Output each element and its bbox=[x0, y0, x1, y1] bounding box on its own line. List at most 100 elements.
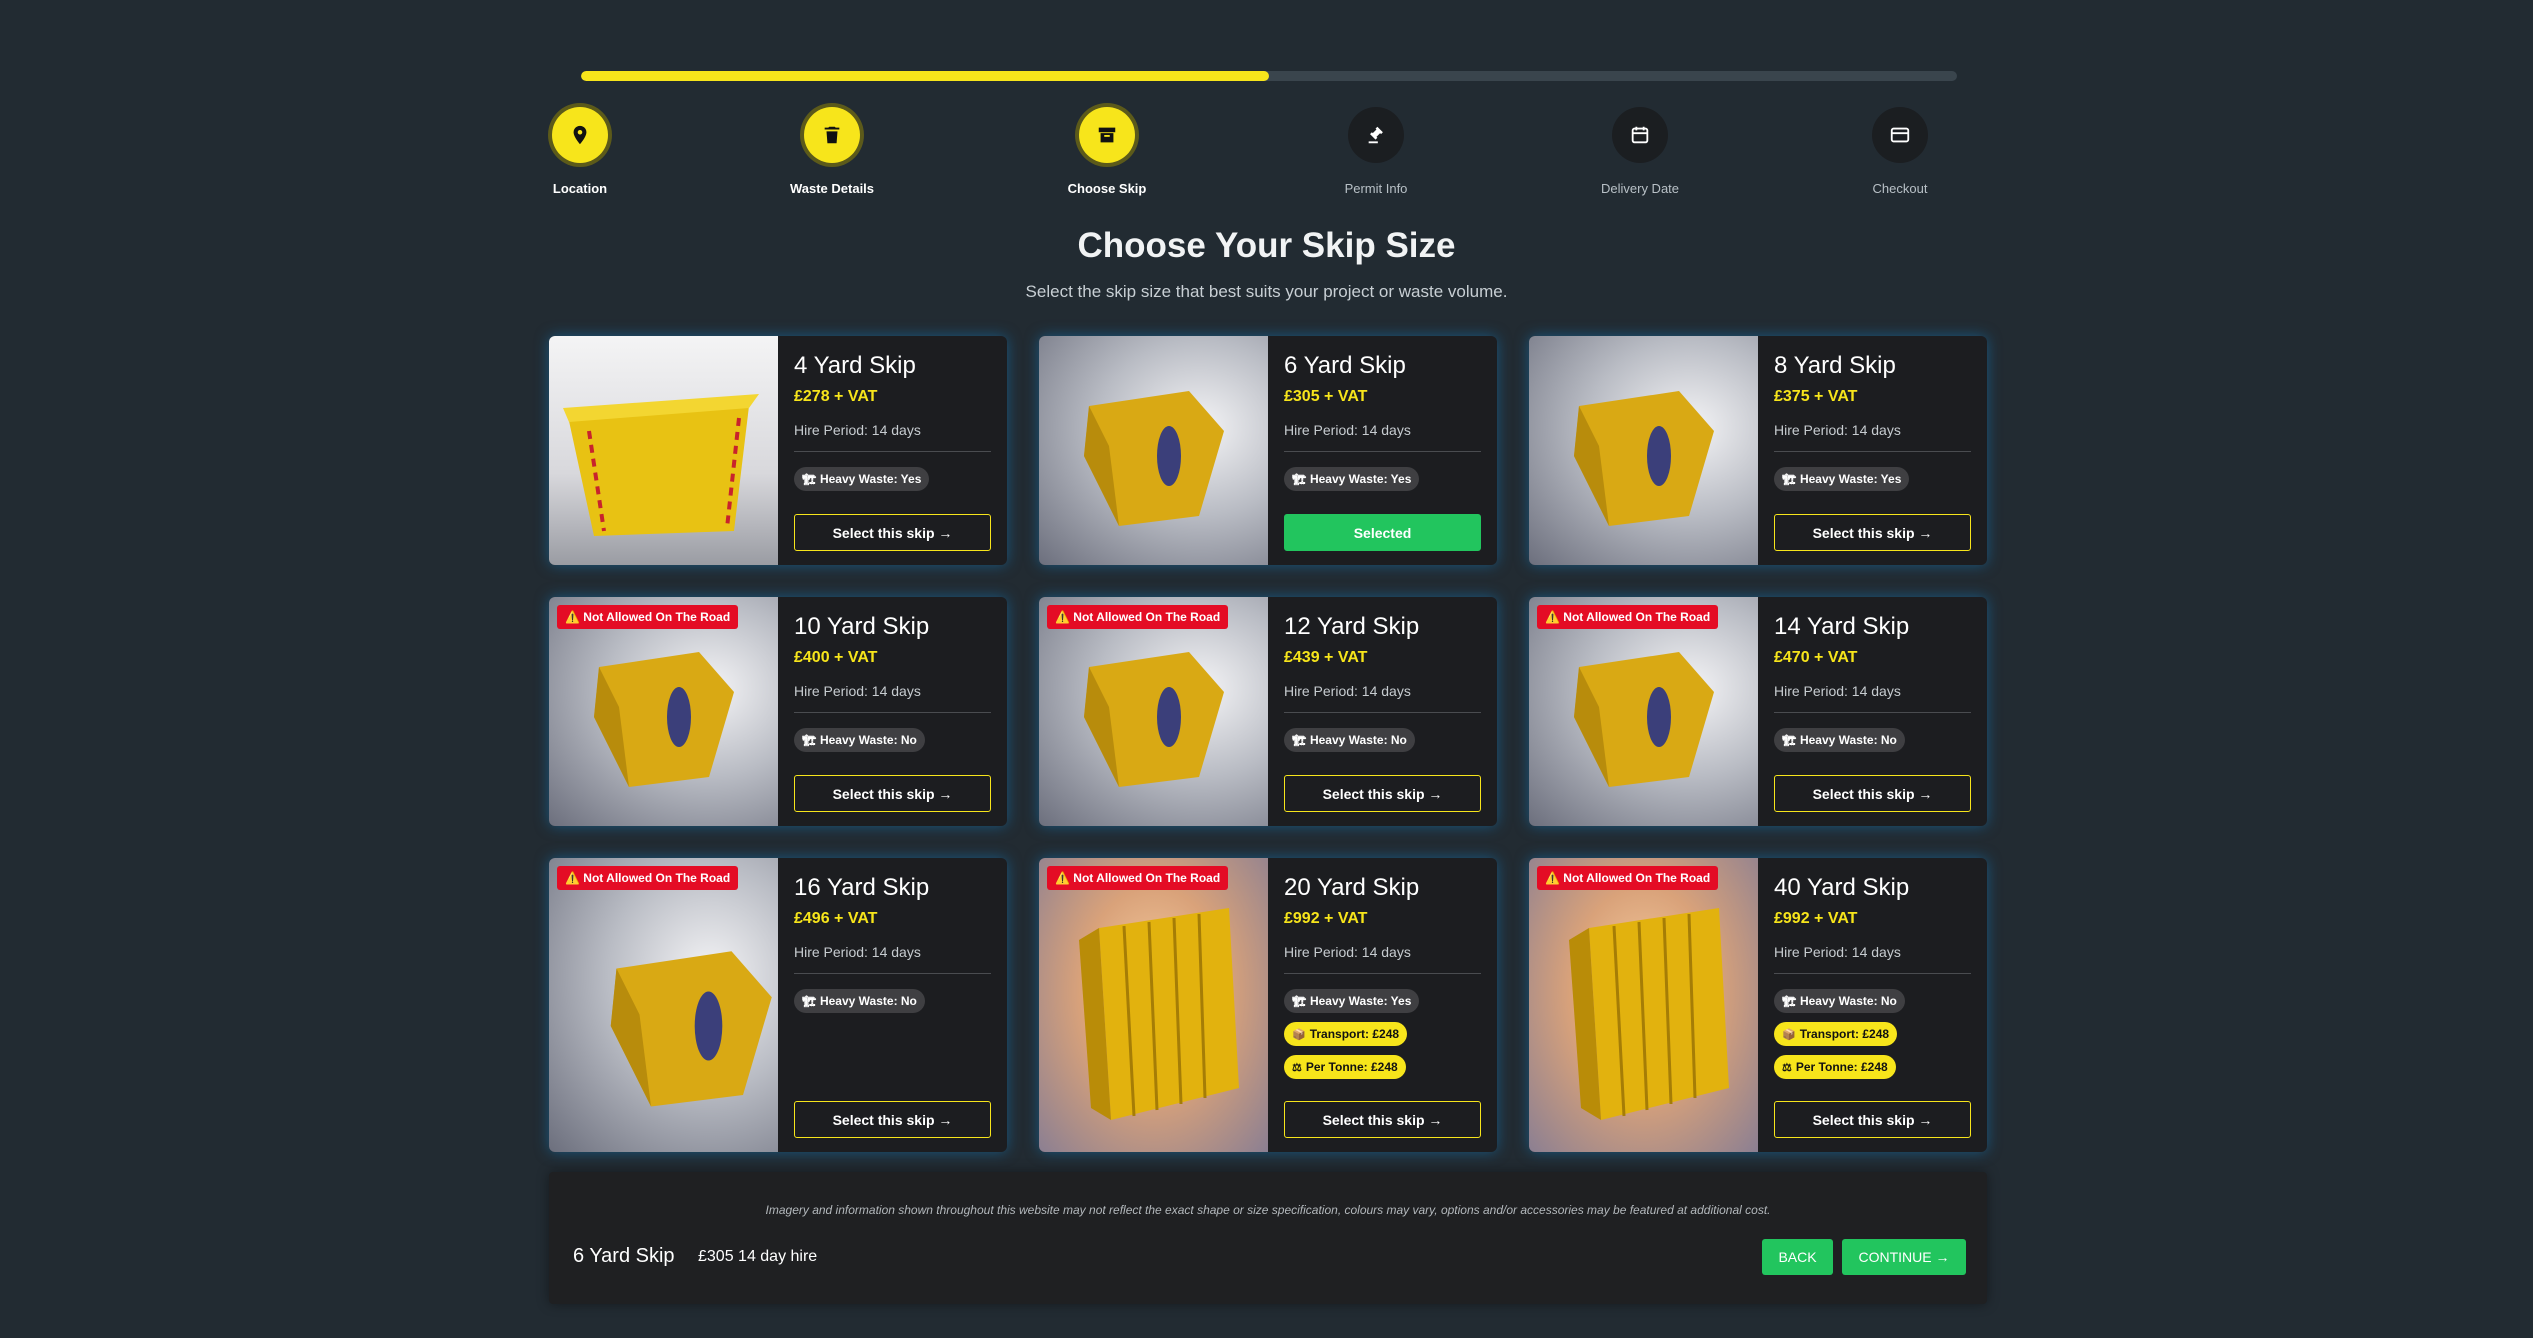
selected-skip-price: £305 14 day hire bbox=[698, 1248, 818, 1265]
skip-info: 20 Yard Skip £992 + VAT Hire Period: 14 da… bbox=[1268, 858, 1497, 1152]
select-skip-button[interactable]: Select this skip → bbox=[794, 514, 991, 551]
not-allowed-on-road-badge: ⚠️ Not Allowed On The Road bbox=[557, 866, 739, 890]
heavy-waste-badge: 🏗 Heavy Waste: No bbox=[1774, 728, 1905, 752]
heavy-waste-text: Heavy Waste: Yes bbox=[1799, 472, 1902, 486]
skip-price: £278 + VAT bbox=[794, 388, 878, 405]
stepper: Location Waste Details Choose Skip Permi… bbox=[552, 107, 1972, 197]
skip-title: 20 Yard Skip bbox=[1284, 874, 1420, 901]
selected-button[interactable]: Selected bbox=[1284, 514, 1481, 551]
per-tonne-text: Per Tonne: £248 bbox=[1795, 1060, 1888, 1074]
per-tonne-text: Per Tonne: £248 bbox=[1305, 1060, 1398, 1074]
selected-skip-name: 6 Yard Skip bbox=[573, 1245, 675, 1267]
skip-card[interactable]: ⚠️ Not Allowed On The Road 14 Yard Skip £4… bbox=[1529, 597, 1987, 826]
construction-icon: 🏗 bbox=[1292, 735, 1306, 747]
skip-title: 4 Yard Skip bbox=[794, 352, 916, 379]
disclaimer: Imagery and information shown throughout… bbox=[765, 1203, 1771, 1217]
select-skip-button[interactable]: Select this skip → bbox=[794, 775, 991, 812]
heavy-waste-badge: 🏗 Heavy Waste: No bbox=[1774, 989, 1905, 1013]
transport-text: Transport: £248 bbox=[1799, 1027, 1890, 1041]
skip-card[interactable]: 4 Yard Skip £278 + VAT Hire Period: 14 day… bbox=[549, 336, 1007, 565]
selection-footer: Imagery and information shown throughout… bbox=[549, 1172, 1987, 1304]
step-permit-info[interactable]: Permit Info bbox=[1306, 107, 1446, 196]
transport-badge: 📦 Transport: £248 bbox=[1774, 1022, 1898, 1046]
skip-image-panel: ⚠️ Not Allowed On The Road bbox=[549, 858, 778, 1152]
construction-icon: 🏗 bbox=[802, 735, 816, 747]
page-title: Choose Your Skip Size bbox=[1077, 226, 1456, 265]
heavy-waste-badge: 🏗 Heavy Waste: Yes bbox=[1774, 467, 1910, 491]
heavy-waste-text: Heavy Waste: Yes bbox=[1309, 994, 1412, 1008]
skip-image bbox=[610, 951, 772, 1107]
heavy-waste-badge: 🏗 Heavy Waste: No bbox=[794, 989, 925, 1013]
skip-title: 12 Yard Skip bbox=[1284, 613, 1420, 640]
heavy-waste-text: Heavy Waste: No bbox=[1799, 733, 1897, 747]
per-tonne-badge: ⚖ Per Tonne: £248 bbox=[1774, 1055, 1896, 1079]
skip-grid: 4 Yard Skip £278 + VAT Hire Period: 14 day… bbox=[549, 336, 1987, 1152]
construction-icon: 🏗 bbox=[1782, 996, 1796, 1008]
not-allowed-on-road-badge: ⚠️ Not Allowed On The Road bbox=[557, 605, 739, 629]
step-delivery-date[interactable]: Delivery Date bbox=[1570, 107, 1710, 196]
skip-price: £992 + VAT bbox=[1774, 910, 1858, 927]
step-label: Location bbox=[552, 181, 608, 196]
skip-image bbox=[1574, 652, 1714, 787]
skip-info: 10 Yard Skip £400 + VAT Hire Period: 14 da… bbox=[778, 597, 1007, 826]
skip-hire-period: Hire Period: 14 days bbox=[794, 422, 921, 438]
skip-hire-period: Hire Period: 14 days bbox=[794, 683, 921, 699]
package-icon: 📦 bbox=[1782, 1029, 1796, 1041]
skip-image bbox=[594, 652, 734, 787]
step-choose-skip[interactable]: Choose Skip bbox=[1037, 107, 1177, 196]
step-waste-details[interactable]: Waste Details bbox=[762, 107, 902, 196]
skip-price: £470 + VAT bbox=[1774, 649, 1858, 666]
skip-price: £992 + VAT bbox=[1284, 910, 1368, 927]
select-skip-button[interactable]: Select this skip → bbox=[1774, 514, 1971, 551]
skip-title: 6 Yard Skip bbox=[1284, 352, 1406, 379]
progress-bar bbox=[581, 71, 1957, 81]
step-location[interactable]: Location bbox=[510, 107, 650, 196]
skip-price: £400 + VAT bbox=[794, 649, 878, 666]
construction-icon: 🏗 bbox=[1292, 996, 1306, 1008]
skip-hire-period: Hire Period: 14 days bbox=[1774, 944, 1901, 960]
skip-image bbox=[1084, 391, 1224, 526]
heavy-waste-text: Heavy Waste: Yes bbox=[1309, 472, 1412, 486]
skip-image bbox=[1569, 908, 1729, 1120]
select-skip-button[interactable]: Select this skip → bbox=[794, 1101, 991, 1138]
skip-image bbox=[1084, 652, 1224, 787]
map-pin-icon bbox=[552, 107, 608, 163]
heavy-waste-text: Heavy Waste: No bbox=[819, 733, 917, 747]
skip-image-panel: ⚠️ Not Allowed On The Road bbox=[1529, 858, 1758, 1152]
continue-button[interactable]: CONTINUE → bbox=[1842, 1239, 1966, 1275]
skip-card[interactable]: ⚠️ Not Allowed On The Road 40 Yard Skip £9… bbox=[1529, 858, 1987, 1152]
skip-card[interactable]: ⚠️ Not Allowed On The Road 12 Yard Skip £4… bbox=[1039, 597, 1497, 826]
select-skip-button[interactable]: Select this skip → bbox=[1284, 775, 1481, 812]
select-skip-button[interactable]: Select this skip → bbox=[1284, 1101, 1481, 1138]
step-checkout[interactable]: Checkout bbox=[1830, 107, 1970, 196]
select-skip-button[interactable]: Select this skip → bbox=[1774, 1101, 1971, 1138]
transport-text: Transport: £248 bbox=[1309, 1027, 1400, 1041]
skip-card[interactable]: ⚠️ Not Allowed On The Road 20 Yard Skip £9… bbox=[1039, 858, 1497, 1152]
skip-info: 6 Yard Skip £305 + VAT Hire Period: 14 day… bbox=[1268, 336, 1497, 565]
construction-icon: 🏗 bbox=[1782, 735, 1796, 747]
select-skip-button[interactable]: Select this skip → bbox=[1774, 775, 1971, 812]
heavy-waste-badge: 🏗 Heavy Waste: Yes bbox=[794, 467, 930, 491]
skip-image bbox=[1574, 391, 1714, 526]
skip-hire-period: Hire Period: 14 days bbox=[1774, 683, 1901, 699]
skip-price: £305 + VAT bbox=[1284, 388, 1368, 405]
back-button[interactable]: BACK bbox=[1762, 1239, 1833, 1275]
heavy-waste-badge: 🏗 Heavy Waste: No bbox=[794, 728, 925, 752]
package-icon: 📦 bbox=[1292, 1029, 1306, 1041]
construction-icon: 🏗 bbox=[802, 474, 816, 486]
skip-image-panel: ⚠️ Not Allowed On The Road bbox=[1039, 858, 1268, 1152]
step-label: Permit Info bbox=[1344, 181, 1408, 196]
construction-icon: 🏗 bbox=[1782, 474, 1796, 486]
skip-title: 8 Yard Skip bbox=[1774, 352, 1896, 379]
heavy-waste-badge: 🏗 Heavy Waste: Yes bbox=[1284, 989, 1420, 1013]
calendar-icon bbox=[1612, 107, 1668, 163]
skip-image-panel bbox=[549, 336, 778, 565]
not-allowed-on-road-badge: ⚠️ Not Allowed On The Road bbox=[1047, 605, 1229, 629]
skip-card[interactable]: 6 Yard Skip £305 + VAT Hire Period: 14 day… bbox=[1039, 336, 1497, 565]
skip-price: £496 + VAT bbox=[794, 910, 878, 927]
skip-card[interactable]: ⚠️ Not Allowed On The Road 10 Yard Skip £4… bbox=[549, 597, 1007, 826]
skip-card[interactable]: ⚠️ Not Allowed On The Road 16 Yard Skip £4… bbox=[549, 858, 1007, 1152]
skip-card[interactable]: 8 Yard Skip £375 + VAT Hire Period: 14 day… bbox=[1529, 336, 1987, 565]
heavy-waste-text: Heavy Waste: Yes bbox=[819, 472, 922, 486]
skip-hire-period: Hire Period: 14 days bbox=[1284, 683, 1411, 699]
